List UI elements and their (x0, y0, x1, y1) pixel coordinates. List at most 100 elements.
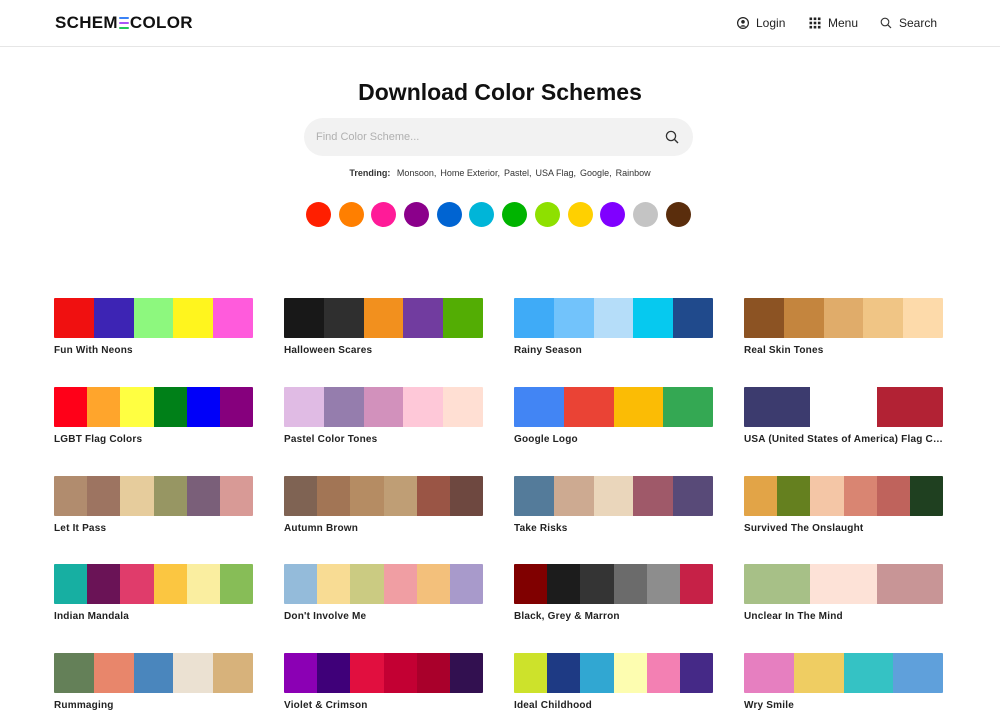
scheme-card[interactable]: Let It Pass (54, 476, 253, 534)
swatch-color (383, 653, 417, 693)
trending-tag[interactable]: USA Flag (536, 168, 574, 178)
scheme-card[interactable]: Rummaging (54, 653, 253, 711)
color-filter-dot[interactable] (404, 202, 430, 227)
swatch-color (893, 653, 943, 693)
trending-tag[interactable]: Pastel (504, 168, 529, 178)
trending-tag[interactable]: Rainbow (616, 168, 651, 178)
scheme-swatch[interactable] (54, 564, 253, 604)
scheme-title[interactable]: LGBT Flag Colors (54, 434, 253, 445)
swatch-color (284, 653, 318, 693)
scheme-swatch[interactable] (744, 653, 943, 693)
scheme-title[interactable]: Real Skin Tones (744, 345, 943, 356)
swatch-color (449, 476, 483, 516)
scheme-card[interactable]: Violet & Crimson (284, 653, 483, 711)
trending-tag[interactable]: Google (580, 168, 609, 178)
swatch-color (823, 298, 864, 338)
swatch-color (93, 653, 134, 693)
scheme-swatch[interactable] (514, 298, 713, 338)
scheme-swatch[interactable] (54, 476, 253, 516)
scheme-title[interactable]: Ideal Childhood (514, 700, 713, 711)
scheme-title[interactable]: Google Logo (514, 434, 713, 445)
scheme-swatch[interactable] (54, 387, 253, 427)
scheme-card[interactable]: USA (United States of America) Flag Colo… (744, 387, 943, 445)
scheme-swatch[interactable] (744, 564, 943, 604)
scheme-title[interactable]: Don't Involve Me (284, 611, 483, 622)
trending-tag[interactable]: Home Exterior (440, 168, 497, 178)
scheme-card[interactable]: Real Skin Tones (744, 298, 943, 356)
scheme-title[interactable]: Autumn Brown (284, 523, 483, 534)
color-filter-dot[interactable] (665, 202, 691, 227)
color-filter-dot[interactable] (371, 202, 397, 227)
scheme-card[interactable]: Rainy Season (514, 298, 713, 356)
scheme-swatch[interactable] (514, 653, 713, 693)
color-filter-dot[interactable] (632, 202, 658, 227)
color-filter-dot[interactable] (534, 202, 560, 227)
swatch-color (186, 476, 220, 516)
search-link[interactable]: Search (880, 16, 937, 30)
site-logo[interactable]: SCHEM COLOR (55, 13, 193, 33)
scheme-card[interactable]: Pastel Color Tones (284, 387, 483, 445)
scheme-card[interactable]: Black, Grey & Marron (514, 564, 713, 622)
swatch-color (514, 653, 548, 693)
scheme-title[interactable]: Indian Mandala (54, 611, 253, 622)
scheme-title[interactable]: Violet & Crimson (284, 700, 483, 711)
scheme-swatch[interactable] (284, 387, 483, 427)
color-filter-dot[interactable] (436, 202, 462, 227)
search-submit-icon[interactable] (665, 130, 679, 144)
scheme-title[interactable]: Survived The Onslaught (744, 523, 943, 534)
scheme-search-input[interactable] (316, 118, 646, 156)
color-filter-dot[interactable] (600, 202, 626, 227)
scheme-swatch[interactable] (514, 564, 713, 604)
trending-separator: , (609, 168, 612, 178)
scheme-title[interactable]: Take Risks (514, 523, 713, 534)
swatch-color (744, 476, 778, 516)
scheme-title[interactable]: Wry Smile (744, 700, 943, 711)
scheme-title[interactable]: Fun With Neons (54, 345, 253, 356)
scheme-card[interactable]: Don't Involve Me (284, 564, 483, 622)
color-filter-dot[interactable] (469, 202, 495, 227)
scheme-swatch[interactable] (284, 476, 483, 516)
scheme-title[interactable]: Pastel Color Tones (284, 434, 483, 445)
scheme-title[interactable]: USA (United States of America) Flag Colo… (744, 434, 943, 445)
scheme-swatch[interactable] (744, 298, 943, 338)
scheme-swatch[interactable] (514, 387, 713, 427)
color-filter-dot[interactable] (306, 202, 331, 227)
swatch-color (449, 564, 483, 604)
scheme-title[interactable]: Rainy Season (514, 345, 713, 356)
scheme-card[interactable]: Survived The Onslaught (744, 476, 943, 534)
trending-tag[interactable]: Monsoon (397, 168, 434, 178)
login-link[interactable]: Login (737, 16, 785, 30)
scheme-swatch[interactable] (744, 387, 943, 427)
swatch-color (547, 564, 581, 604)
scheme-swatch[interactable] (284, 564, 483, 604)
scheme-title[interactable]: Unclear In The Mind (744, 611, 943, 622)
scheme-card[interactable]: Ideal Childhood (514, 653, 713, 711)
scheme-swatch[interactable] (54, 298, 253, 338)
scheme-title[interactable]: Rummaging (54, 700, 253, 711)
color-filter-dot[interactable] (567, 202, 593, 227)
swatch-color (87, 387, 121, 427)
swatch-color (547, 653, 581, 693)
user-icon (737, 17, 749, 29)
scheme-swatch[interactable] (284, 298, 483, 338)
color-filter-dot[interactable] (338, 202, 364, 227)
menu-button[interactable]: Menu (809, 16, 858, 30)
scheme-title[interactable]: Halloween Scares (284, 345, 483, 356)
scheme-swatch[interactable] (284, 653, 483, 693)
scheme-swatch[interactable] (514, 476, 713, 516)
scheme-swatch[interactable] (54, 653, 253, 693)
scheme-card[interactable]: Take Risks (514, 476, 713, 534)
scheme-card[interactable]: Halloween Scares (284, 298, 483, 356)
scheme-card[interactable]: Autumn Brown (284, 476, 483, 534)
scheme-card[interactable]: LGBT Flag Colors (54, 387, 253, 445)
color-filter-dot[interactable] (502, 202, 528, 227)
scheme-title[interactable]: Black, Grey & Marron (514, 611, 713, 622)
scheme-card[interactable]: Fun With Neons (54, 298, 253, 356)
scheme-swatch[interactable] (744, 476, 943, 516)
scheme-card[interactable]: Indian Mandala (54, 564, 253, 622)
scheme-card[interactable]: Wry Smile (744, 653, 943, 711)
scheme-card[interactable]: Unclear In The Mind (744, 564, 943, 622)
scheme-title[interactable]: Let It Pass (54, 523, 253, 534)
scheme-card[interactable]: Google Logo (514, 387, 713, 445)
swatch-color (646, 653, 680, 693)
